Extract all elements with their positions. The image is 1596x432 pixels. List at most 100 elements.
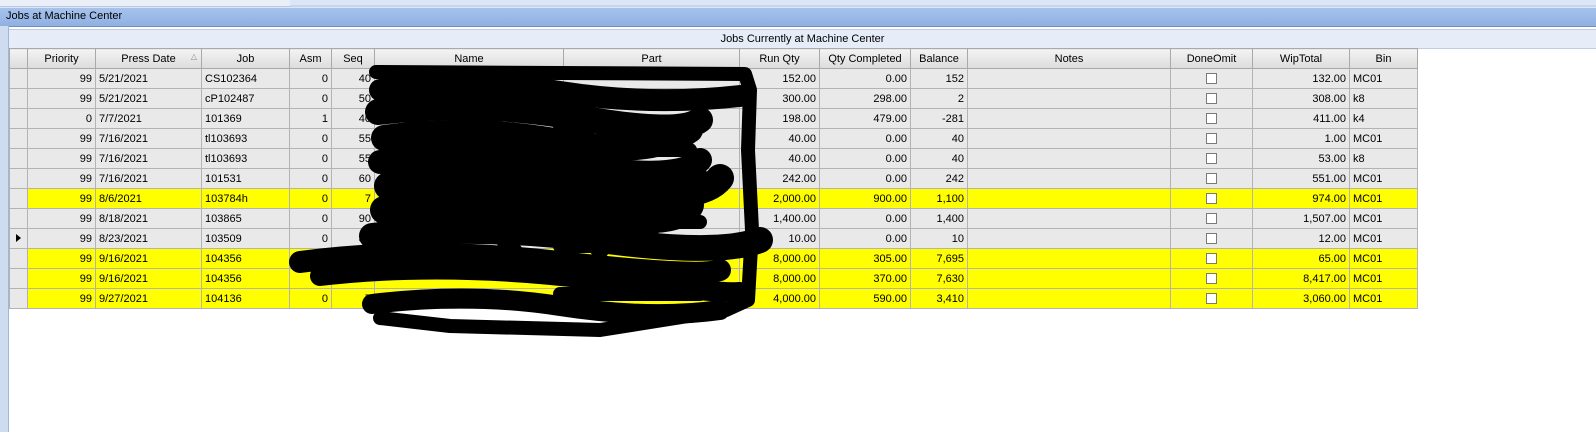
cell-notes[interactable] (967, 228, 1171, 249)
table-row[interactable]: 99 7/16/2021 101531 0 60 242.00 0.00 242 551.00 M… (9, 168, 1418, 189)
cell-bin[interactable]: MC01 (1349, 128, 1418, 149)
cell-wip-total[interactable]: 132.00 (1252, 68, 1350, 89)
cell-asm[interactable]: 0 (289, 288, 332, 309)
cell-run-qty[interactable]: 2,000.00 (739, 188, 820, 209)
row-selector[interactable] (9, 88, 28, 109)
table-row[interactable]: 99 5/21/2021 CS102364 0 40 152.00 0.00 152 132.0… (9, 68, 1418, 89)
cell-notes[interactable] (967, 148, 1171, 169)
cell-run-qty[interactable]: 152.00 (739, 68, 820, 89)
cell-press-date[interactable]: 9/16/2021 (95, 268, 202, 289)
cell-run-qty[interactable]: 4,000.00 (739, 288, 820, 309)
cell-job[interactable]: tl103693 (201, 148, 290, 169)
cell-wip-total[interactable]: 308.00 (1252, 88, 1350, 109)
cell-done-omit[interactable] (1170, 108, 1253, 129)
cell-done-omit[interactable] (1170, 148, 1253, 169)
cell-part[interactable] (563, 248, 740, 269)
cell-seq[interactable]: 55 (331, 148, 375, 169)
row-selector[interactable] (9, 228, 28, 249)
done-omit-checkbox[interactable] (1206, 93, 1217, 105)
cell-bin[interactable]: k4 (1349, 108, 1418, 129)
cell-qty-completed[interactable]: 0.00 (819, 208, 911, 229)
col-header-press-date[interactable]: Press Date △ (95, 48, 202, 69)
cell-part[interactable] (563, 168, 740, 189)
col-header-asm[interactable]: Asm (289, 48, 332, 69)
cell-done-omit[interactable] (1170, 208, 1253, 229)
col-header-wip-total[interactable]: WipTotal (1252, 48, 1350, 69)
cell-name[interactable] (374, 68, 564, 89)
cell-done-omit[interactable] (1170, 128, 1253, 149)
cell-press-date[interactable]: 8/23/2021 (95, 228, 202, 249)
cell-notes[interactable] (967, 108, 1171, 129)
cell-notes[interactable] (967, 288, 1171, 309)
cell-balance[interactable]: -281 (910, 108, 968, 129)
cell-priority[interactable]: 99 (27, 88, 96, 109)
table-row[interactable]: 99 8/6/2021 103784h 0 7 2,000.00 900.00 1,100 97… (9, 188, 1418, 209)
cell-name[interactable] (374, 228, 564, 249)
cell-priority[interactable]: 99 (27, 288, 96, 309)
cell-press-date[interactable]: 5/21/2021 (95, 68, 202, 89)
cell-part[interactable] (563, 228, 740, 249)
cell-priority[interactable]: 99 (27, 188, 96, 209)
cell-asm[interactable]: 0 (289, 168, 332, 189)
cell-wip-total[interactable]: 974.00 (1252, 188, 1350, 209)
cell-run-qty[interactable]: 10.00 (739, 228, 820, 249)
cell-job[interactable]: 104356 (201, 268, 290, 289)
cell-name[interactable] (374, 108, 564, 129)
cell-part[interactable] (563, 68, 740, 89)
done-omit-checkbox[interactable] (1206, 173, 1217, 185)
col-header-priority[interactable]: Priority (27, 48, 96, 69)
cell-asm[interactable]: 0 (289, 148, 332, 169)
cell-part[interactable] (563, 108, 740, 129)
row-selector[interactable] (9, 168, 28, 189)
cell-qty-completed[interactable]: 900.00 (819, 188, 911, 209)
cell-name[interactable] (374, 268, 564, 289)
cell-priority[interactable]: 99 (27, 68, 96, 89)
cell-balance[interactable]: 1,100 (910, 188, 968, 209)
cell-name[interactable] (374, 128, 564, 149)
table-row[interactable]: 99 9/16/2021 104356 8,000.00 370.00 7,630 8,41… (9, 268, 1418, 289)
cell-done-omit[interactable] (1170, 228, 1253, 249)
cell-wip-total[interactable]: 12.00 (1252, 228, 1350, 249)
cell-run-qty[interactable]: 1,400.00 (739, 208, 820, 229)
done-omit-checkbox[interactable] (1206, 73, 1217, 85)
cell-balance[interactable]: 242 (910, 168, 968, 189)
cell-wip-total[interactable]: 411.00 (1252, 108, 1350, 129)
col-header-qty-completed[interactable]: Qty Completed (819, 48, 911, 69)
cell-bin[interactable]: MC01 (1349, 68, 1418, 89)
row-selector[interactable] (9, 248, 28, 269)
cell-priority[interactable]: 99 (27, 228, 96, 249)
table-row[interactable]: 99 9/16/2021 104356 8,000.00 305.00 7,695 65.0… (9, 248, 1418, 269)
cell-job[interactable]: 101531 (201, 168, 290, 189)
table-row[interactable]: 99 8/23/2021 103509 0 80 10.00 0.00 10 12.00 MC01 (9, 228, 1418, 249)
cell-notes[interactable] (967, 248, 1171, 269)
cell-bin[interactable]: k8 (1349, 88, 1418, 109)
cell-wip-total[interactable]: 8,417.00 (1252, 268, 1350, 289)
cell-run-qty[interactable]: 8,000.00 (739, 268, 820, 289)
cell-qty-completed[interactable]: 0.00 (819, 148, 911, 169)
cell-priority[interactable]: 99 (27, 128, 96, 149)
cell-qty-completed[interactable]: 0.00 (819, 168, 911, 189)
table-row[interactable]: 99 8/18/2021 103865 0 90 1,400.00 0.00 1,400 1,5… (9, 208, 1418, 229)
cell-qty-completed[interactable]: 305.00 (819, 248, 911, 269)
table-row[interactable]: 99 7/16/2021 tl103693 0 55 40.00 0.00 40 1.00 MC0… (9, 128, 1418, 149)
col-header-notes[interactable]: Notes (967, 48, 1171, 69)
col-header-name[interactable]: Name (374, 48, 564, 69)
row-selector[interactable] (9, 268, 28, 289)
col-header-bin[interactable]: Bin (1349, 48, 1418, 69)
cell-seq[interactable]: 90 (331, 208, 375, 229)
done-omit-checkbox[interactable] (1206, 113, 1217, 125)
cell-priority[interactable]: 99 (27, 208, 96, 229)
cell-done-omit[interactable] (1170, 88, 1253, 109)
cell-priority[interactable]: 99 (27, 148, 96, 169)
table-row[interactable]: 99 7/16/2021 tl103693 0 55 40.00 0.00 40 53.00 k8 (9, 148, 1418, 169)
cell-priority[interactable]: 99 (27, 268, 96, 289)
cell-seq[interactable] (331, 268, 375, 289)
cell-seq[interactable]: 40 (331, 108, 375, 129)
row-selector[interactable] (9, 208, 28, 229)
cell-bin[interactable]: MC01 (1349, 188, 1418, 209)
done-omit-checkbox[interactable] (1206, 133, 1217, 145)
cell-job[interactable]: 104136 (201, 288, 290, 309)
cell-press-date[interactable]: 7/7/2021 (95, 108, 202, 129)
cell-seq[interactable]: 40 (331, 68, 375, 89)
cell-bin[interactable]: MC01 (1349, 208, 1418, 229)
